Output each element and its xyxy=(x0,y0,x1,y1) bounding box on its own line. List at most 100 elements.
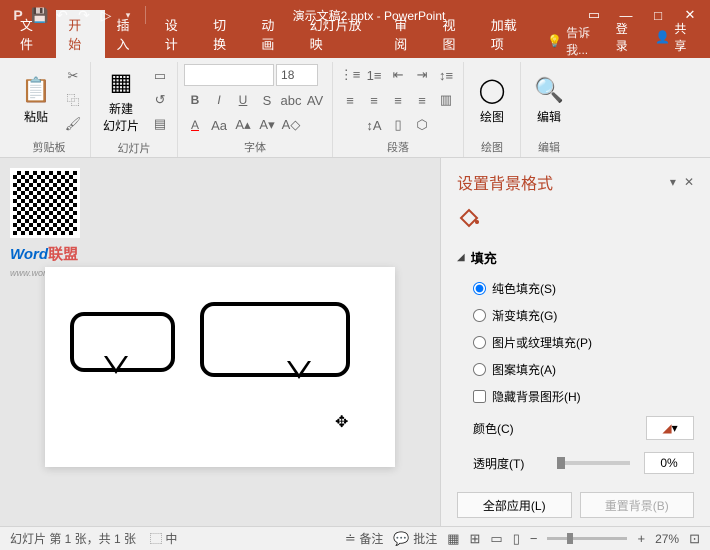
shapes-icon: ◯ xyxy=(476,74,508,106)
fill-section-header[interactable]: ◢ 填充 xyxy=(457,248,694,267)
strikethrough-button[interactable]: S xyxy=(256,89,278,111)
transparency-value[interactable]: 0% xyxy=(644,452,694,474)
group-label-paragraph: 段落 xyxy=(387,137,409,157)
grow-font-button[interactable]: A▴ xyxy=(232,114,254,136)
columns-button[interactable]: ▥ xyxy=(435,89,457,111)
bold-button[interactable]: B xyxy=(184,89,206,111)
save-icon[interactable]: 💾 xyxy=(32,7,48,23)
slide-counter[interactable]: 幻灯片 第 1 张，共 1 张 xyxy=(10,530,136,547)
slideshow-view-icon[interactable]: ▯ xyxy=(513,531,520,547)
group-label-slides: 幻灯片 xyxy=(118,138,151,158)
hide-background-checkbox[interactable]: 隐藏背景图形(H) xyxy=(457,383,694,410)
zoom-level[interactable]: 27% xyxy=(655,532,679,546)
color-picker-button[interactable]: ◢ ▾ xyxy=(646,416,694,440)
tab-slideshow[interactable]: 幻灯片放映 xyxy=(298,10,383,58)
zoom-in-button[interactable]: + xyxy=(637,531,645,546)
start-slideshow-icon[interactable]: ▷ xyxy=(98,7,114,23)
picture-fill-radio[interactable]: 图片或纹理填充(P) xyxy=(457,329,694,356)
editing-button[interactable]: 🔍 编辑 xyxy=(527,70,571,129)
font-color-button[interactable]: A xyxy=(184,114,206,136)
section-icon[interactable]: ▤ xyxy=(149,113,171,135)
underline-button[interactable]: U xyxy=(232,89,254,111)
indent-decrease-button[interactable]: ⇤ xyxy=(387,64,409,86)
login-button[interactable]: 登录 xyxy=(608,16,646,58)
align-right-button[interactable]: ≡ xyxy=(387,89,409,111)
reset-icon[interactable]: ↺ xyxy=(149,89,171,111)
change-case-button[interactable]: Aa xyxy=(208,114,230,136)
share-button[interactable]: 👤共享 xyxy=(647,16,702,58)
drawing-button[interactable]: ◯ 绘图 xyxy=(470,70,514,129)
tab-transitions[interactable]: 切换 xyxy=(201,10,249,58)
speech-bubble-shape-2[interactable] xyxy=(200,302,350,377)
tab-view[interactable]: 视图 xyxy=(431,10,479,58)
fit-to-window-button[interactable]: ⊡ xyxy=(689,531,700,547)
clear-format-button[interactable]: A◇ xyxy=(280,114,302,136)
shadow-button[interactable]: abc xyxy=(280,89,302,111)
font-size-combo[interactable]: 18 xyxy=(276,64,318,86)
panel-title: 设置背景格式 xyxy=(457,170,553,194)
qat-dropdown-icon[interactable]: ▾ xyxy=(120,7,136,23)
comments-button[interactable]: 💬 批注 xyxy=(393,530,437,547)
tab-animations[interactable]: 动画 xyxy=(249,10,297,58)
speech-bubble-shape-1[interactable] xyxy=(70,312,175,372)
share-icon: 👤 xyxy=(655,30,670,44)
tab-review[interactable]: 审阅 xyxy=(382,10,430,58)
panel-dropdown-icon[interactable]: ▾ xyxy=(670,175,676,189)
justify-button[interactable]: ≡ xyxy=(411,89,433,111)
reading-view-icon[interactable]: ▭ xyxy=(490,531,502,547)
group-label-font: 字体 xyxy=(244,137,266,157)
zoom-out-button[interactable]: − xyxy=(530,531,538,546)
cut-icon[interactable]: ✂ xyxy=(62,65,84,87)
layout-icon[interactable]: ▭ xyxy=(149,65,171,87)
group-label-clipboard: 剪贴板 xyxy=(33,137,66,157)
tell-me-search[interactable]: 💡告诉我... xyxy=(547,24,608,58)
language-indicator[interactable]: ⬚ 中 xyxy=(150,530,177,547)
tab-addins[interactable]: 加载项 xyxy=(479,10,539,58)
shrink-font-button[interactable]: A▾ xyxy=(256,114,278,136)
copy-icon[interactable]: ⿻ xyxy=(62,89,84,111)
group-editing: 🔍 编辑 编辑 xyxy=(521,62,577,157)
transparency-slider[interactable] xyxy=(557,461,630,465)
italic-button[interactable]: I xyxy=(208,89,230,111)
transparency-row: 透明度(T) 0% xyxy=(457,446,694,480)
format-background-panel: 设置背景格式 ▾ ✕ ◢ 填充 纯色填充(S) 渐变填充(G) 图片或纹理填充(… xyxy=(440,158,710,526)
clipboard-icon: 📋 xyxy=(20,74,52,106)
undo-icon[interactable]: ↶ xyxy=(54,7,70,23)
format-painter-icon[interactable]: 🖌 xyxy=(62,113,84,135)
notes-button[interactable]: ≐ 备注 xyxy=(345,530,384,547)
group-paragraph: ⋮≡ 1≡ ⇤ ⇥ ↕≡ ≡ ≡ ≡ ≡ ▥ ↕A ▯ ⬡ 段落 xyxy=(333,62,464,157)
smartart-button[interactable]: ⬡ xyxy=(411,114,433,136)
quick-access-toolbar: P 💾 ↶ ↷ ▷ ▾ xyxy=(0,6,159,24)
normal-view-icon[interactable]: ▦ xyxy=(447,531,459,547)
fill-category-icon[interactable] xyxy=(457,204,481,228)
sorter-view-icon[interactable]: ⊞ xyxy=(470,531,481,547)
char-spacing-button[interactable]: AV xyxy=(304,89,326,111)
ribbon-tabs: 文件 开始 插入 设计 切换 动画 幻灯片放映 审阅 视图 加载项 💡告诉我..… xyxy=(0,30,710,58)
zoom-thumb[interactable] xyxy=(567,533,573,544)
font-name-combo[interactable] xyxy=(184,64,274,86)
tab-design[interactable]: 设计 xyxy=(153,10,201,58)
solid-fill-radio[interactable]: 纯色填充(S) xyxy=(457,275,694,302)
new-slide-button[interactable]: ▦ 新建 幻灯片 xyxy=(97,62,145,138)
apply-all-button[interactable]: 全部应用(L) xyxy=(457,492,572,518)
lightbulb-icon: 💡 xyxy=(547,34,562,48)
pattern-fill-radio[interactable]: 图案填充(A) xyxy=(457,356,694,383)
slider-thumb[interactable] xyxy=(557,457,565,469)
line-spacing-button[interactable]: ↕≡ xyxy=(435,64,457,86)
find-icon: 🔍 xyxy=(533,74,565,106)
panel-close-icon[interactable]: ✕ xyxy=(684,175,694,189)
gradient-fill-radio[interactable]: 渐变填充(G) xyxy=(457,302,694,329)
align-center-button[interactable]: ≡ xyxy=(363,89,385,111)
reset-background-button: 重置背景(B) xyxy=(580,492,695,518)
numbering-button[interactable]: 1≡ xyxy=(363,64,385,86)
text-direction-button[interactable]: ↕A xyxy=(363,114,385,136)
align-text-button[interactable]: ▯ xyxy=(387,114,409,136)
align-left-button[interactable]: ≡ xyxy=(339,89,361,111)
redo-icon[interactable]: ↷ xyxy=(76,7,92,23)
bullets-button[interactable]: ⋮≡ xyxy=(339,64,361,86)
indent-increase-button[interactable]: ⇥ xyxy=(411,64,433,86)
status-bar: 幻灯片 第 1 张，共 1 张 ⬚ 中 ≐ 备注 💬 批注 ▦ ⊞ ▭ ▯ − … xyxy=(0,526,710,550)
slide[interactable]: ✥ xyxy=(45,267,395,467)
paste-button[interactable]: 📋 粘贴 xyxy=(14,70,58,129)
zoom-slider[interactable] xyxy=(547,537,627,540)
